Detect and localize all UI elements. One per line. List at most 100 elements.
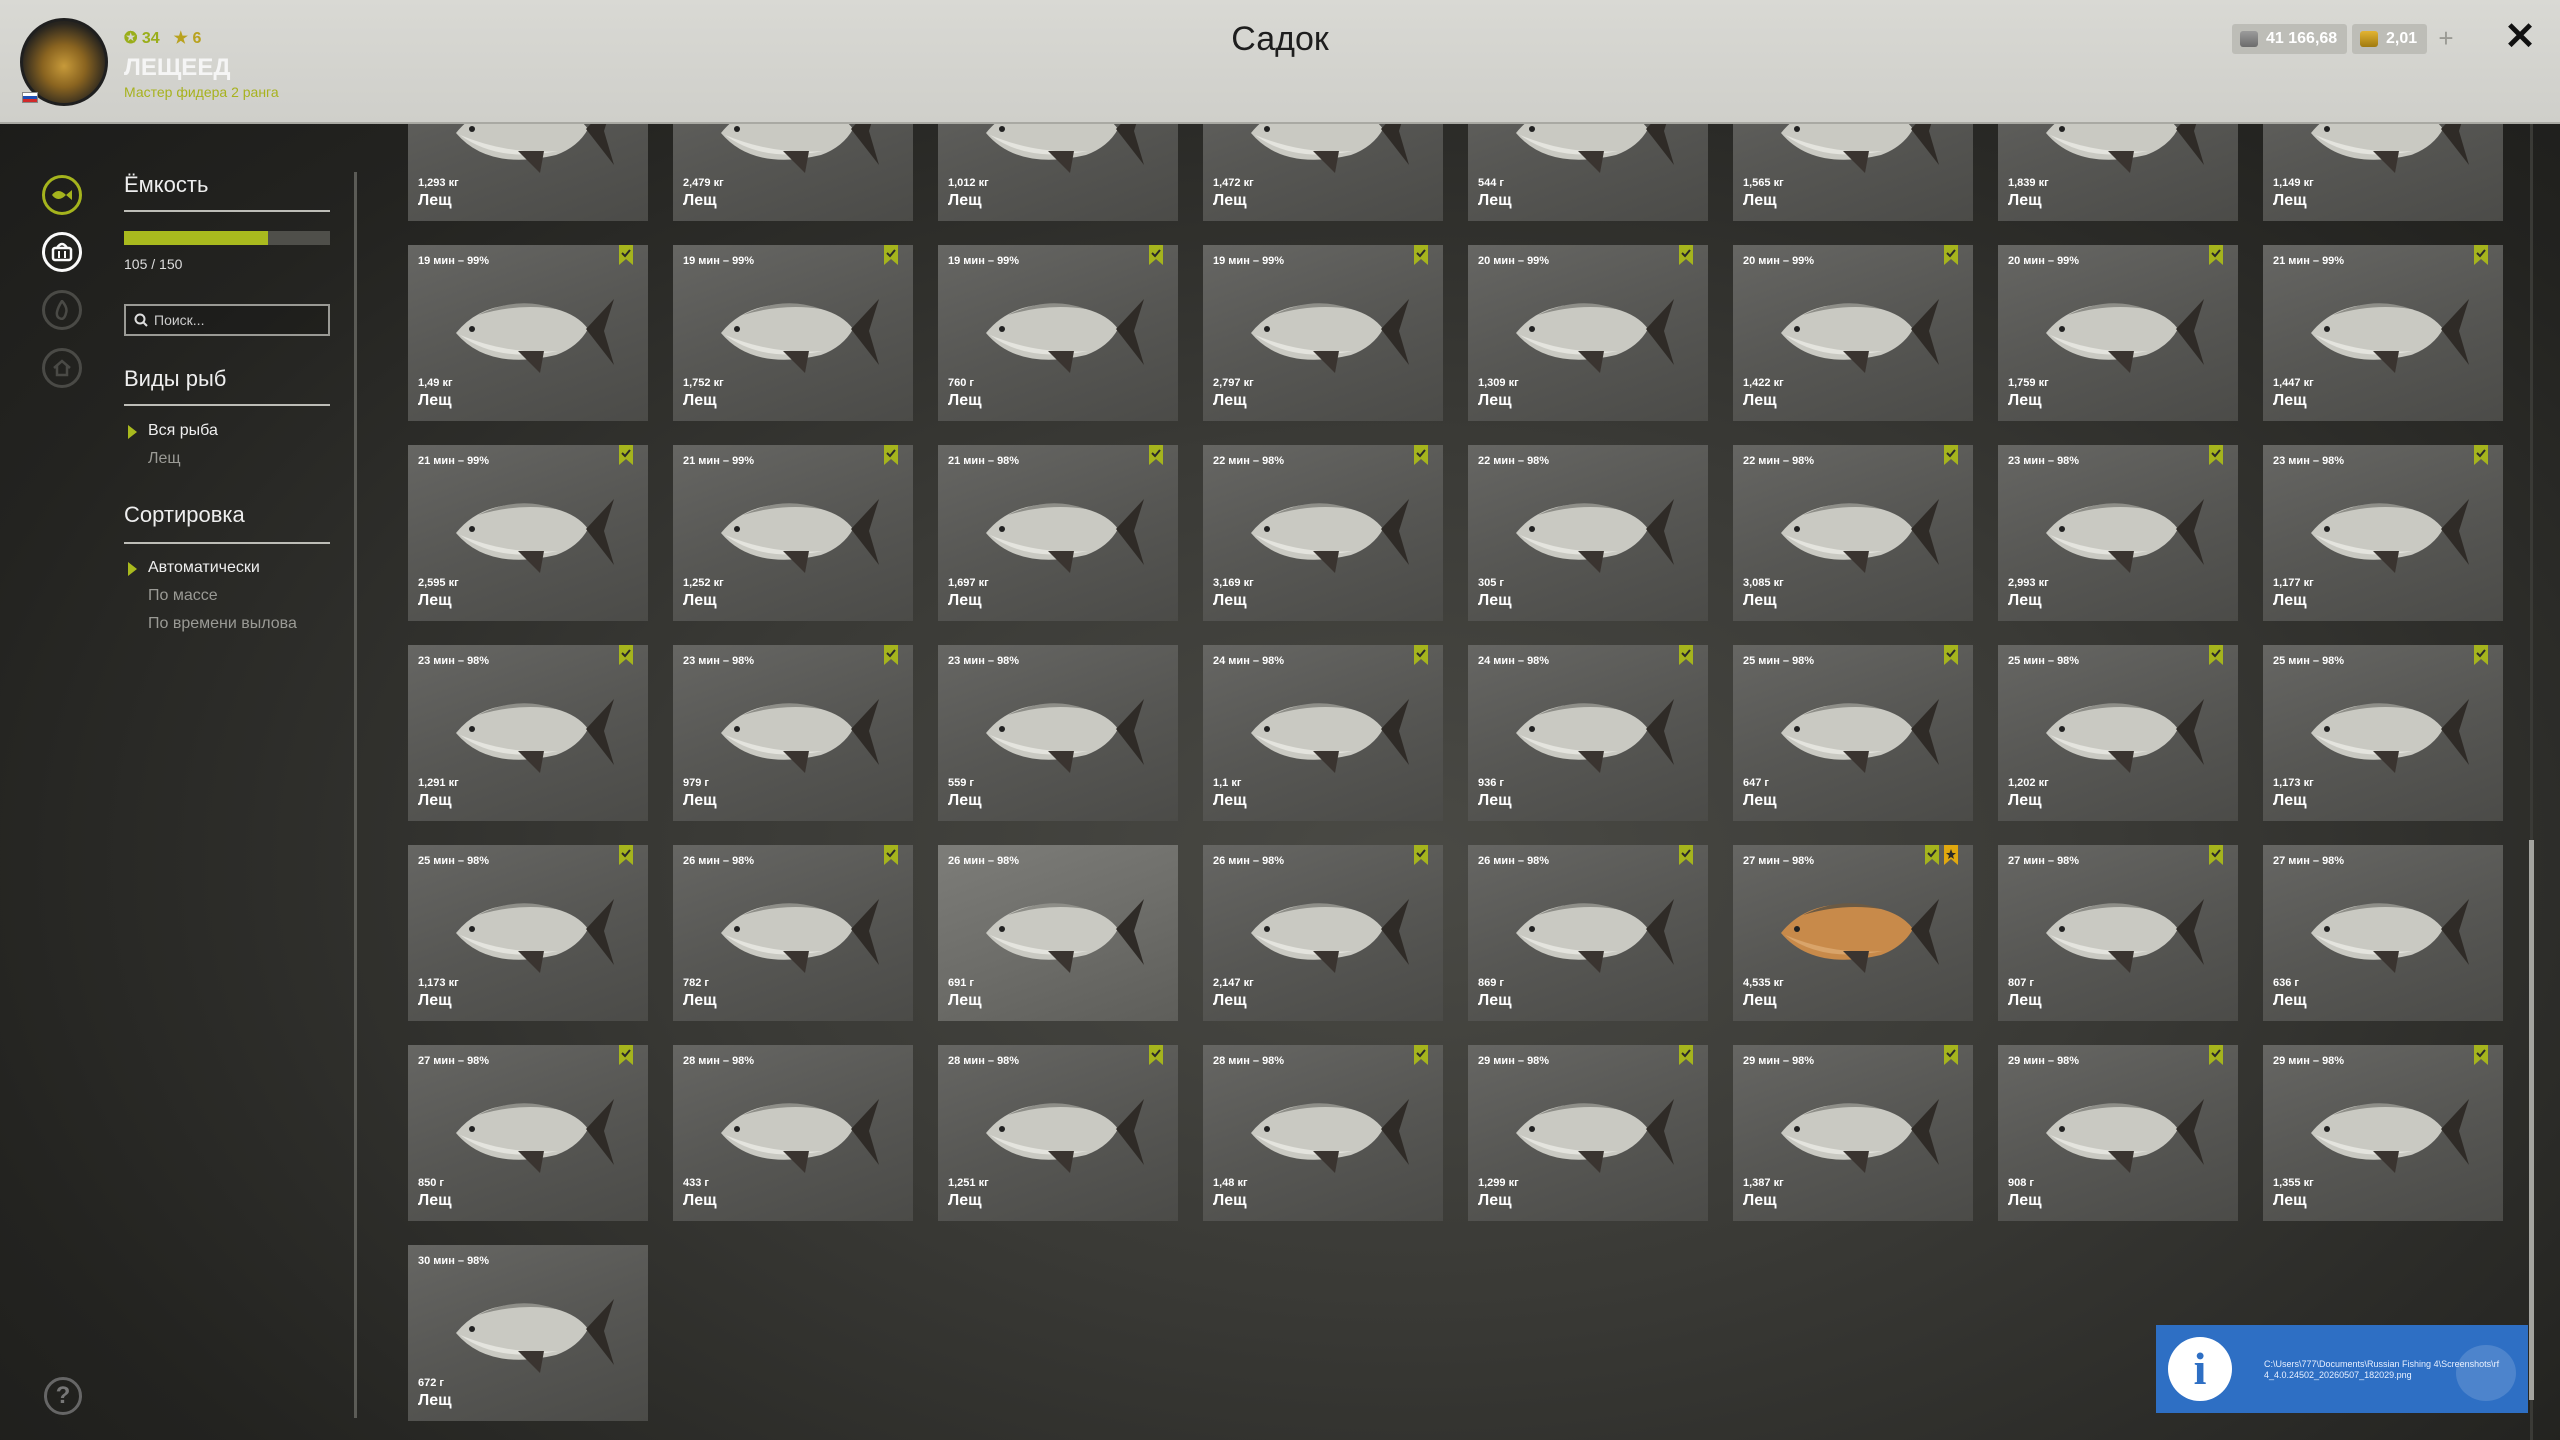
catch-time: 27 мин – 98% [418, 1055, 490, 1067]
bookmark-icon [1149, 445, 1163, 465]
fish-image [1251, 499, 1409, 573]
fish-card[interactable]: 27 мин – 98% 636 г Лещ [2263, 845, 2503, 1021]
fish-weight: 782 г [683, 977, 709, 989]
notification-action-icon[interactable] [2456, 1345, 2516, 1401]
fish-name: Лещ [1743, 792, 1777, 809]
fish-card[interactable]: 1,839 кг Лещ [1998, 124, 2238, 221]
sort-option-mass[interactable]: По массе [148, 587, 218, 605]
close-icon[interactable]: ✕ [2502, 18, 2538, 56]
fish-card[interactable]: 29 мин – 98% 1,355 кг Лещ [2263, 1045, 2503, 1221]
fish-card[interactable]: 30 мин – 98% 672 г Лещ [408, 1245, 648, 1421]
fish-card[interactable]: 28 мин – 98% 1,251 кг Лещ [938, 1045, 1178, 1221]
fish-card[interactable]: 20 мин – 99% 1,422 кг Лещ [1733, 245, 1973, 421]
fish-card[interactable]: 29 мин – 98% 908 г Лещ [1998, 1045, 2238, 1221]
fish-card[interactable]: 22 мин – 98% 3,085 кг Лещ [1733, 445, 1973, 621]
fish-card[interactable]: 25 мин – 98% 1,173 кг Лещ [2263, 645, 2503, 821]
catch-time: 25 мин – 98% [2273, 655, 2345, 667]
fish-name: Лещ [1213, 392, 1247, 409]
fish-card[interactable]: 26 мин – 98% 782 г Лещ [673, 845, 913, 1021]
card-badges [883, 645, 899, 665]
fish-card[interactable]: 25 мин – 98% 1,173 кг Лещ [408, 845, 648, 1021]
fish-card[interactable]: 22 мин – 98% 3,169 кг Лещ [1203, 445, 1443, 621]
fish-card[interactable]: 24 мин – 98% 1,1 кг Лещ [1203, 645, 1443, 821]
sort-option-time[interactable]: По времени вылова [148, 615, 297, 633]
fish-name: Лещ [683, 792, 717, 809]
fish-card[interactable]: 1,565 кг Лещ [1733, 124, 1973, 221]
fish-card[interactable]: 1,472 кг Лещ [1203, 124, 1443, 221]
scrollbar-thumb[interactable] [2529, 840, 2534, 1400]
search-box[interactable] [124, 304, 330, 336]
species-option-bream[interactable]: Лещ [148, 450, 181, 468]
help-icon[interactable]: ? [44, 1377, 82, 1415]
fish-name: Лещ [2008, 192, 2042, 209]
fish-card[interactable]: 19 мин – 99% 1,49 кг Лещ [408, 245, 648, 421]
fish-card[interactable]: 29 мин – 98% 1,299 кг Лещ [1468, 1045, 1708, 1221]
fish-image [986, 124, 1144, 173]
fish-card[interactable]: 25 мин – 98% 1,202 кг Лещ [1998, 645, 2238, 821]
bookmark-icon [1944, 245, 1958, 265]
fish-weight: 908 г [2008, 1177, 2034, 1189]
fish-image [721, 699, 879, 773]
fish-card[interactable]: 21 мин – 98% 1,697 кг Лещ [938, 445, 1178, 621]
fish-card[interactable]: 21 мин – 99% 1,447 кг Лещ [2263, 245, 2503, 421]
fish-card[interactable]: 25 мин – 98% 647 г Лещ [1733, 645, 1973, 821]
fish-card[interactable]: 23 мин – 98% 2,993 кг Лещ [1998, 445, 2238, 621]
search-input[interactable] [154, 312, 324, 328]
fish-card[interactable]: 28 мин – 98% 1,48 кг Лещ [1203, 1045, 1443, 1221]
level-indicator: ✪ 34 [124, 30, 160, 47]
basket-icon[interactable] [42, 232, 82, 272]
catch-time: 26 мин – 98% [948, 855, 1020, 867]
fish-image [1251, 899, 1409, 973]
fish-card[interactable]: 19 мин – 99% 760 г Лещ [938, 245, 1178, 421]
fish-image [2311, 699, 2469, 773]
fish-card[interactable]: 28 мин – 98% 433 г Лещ [673, 1045, 913, 1221]
fish-name: Лещ [948, 192, 982, 209]
fish-name: Лещ [1743, 1192, 1777, 1209]
screenshot-notification[interactable]: i C:\Users\777\Documents\Russian Fishing… [2156, 1325, 2528, 1413]
fish-weight: 869 г [1478, 977, 1504, 989]
fish-card[interactable]: 544 г Лещ [1468, 124, 1708, 221]
house-icon [42, 348, 82, 388]
catch-time: 25 мин – 98% [418, 855, 490, 867]
fish-card[interactable]: 1,293 кг Лещ [408, 124, 648, 221]
fish-card[interactable]: 21 мин – 99% 1,252 кг Лещ [673, 445, 913, 621]
fish-card[interactable]: 1,012 кг Лещ [938, 124, 1178, 221]
fish-card[interactable]: 29 мин – 98% 1,387 кг Лещ [1733, 1045, 1973, 1221]
card-badges [618, 1045, 634, 1065]
fish-icon[interactable] [42, 175, 82, 215]
fish-card[interactable]: 2,479 кг Лещ [673, 124, 913, 221]
add-gold-button[interactable]: + [2432, 24, 2460, 54]
catch-time: 19 мин – 99% [683, 255, 755, 267]
fish-weight: 1,291 кг [418, 777, 459, 789]
sort-option-auto[interactable]: Автоматически [148, 559, 260, 577]
fish-card[interactable]: 27 мин – 98% 850 г Лещ [408, 1045, 648, 1221]
fish-card[interactable]: 27 мин – 98% 4,535 кг Лещ [1733, 845, 1973, 1021]
fish-card[interactable]: 26 мин – 98% 2,147 кг Лещ [1203, 845, 1443, 1021]
fish-card[interactable]: 23 мин – 98% 559 г Лещ [938, 645, 1178, 821]
card-badges [2208, 245, 2224, 265]
fish-card[interactable]: 19 мин – 99% 2,797 кг Лещ [1203, 245, 1443, 421]
bookmark-icon [1414, 245, 1428, 265]
fish-card[interactable]: 20 мин – 99% 1,759 кг Лещ [1998, 245, 2238, 421]
fish-name: Лещ [2008, 792, 2042, 809]
fish-card[interactable]: 20 мин – 99% 1,309 кг Лещ [1468, 245, 1708, 421]
fish-card[interactable]: 19 мин – 99% 1,752 кг Лещ [673, 245, 913, 421]
species-option-all[interactable]: Вся рыба [148, 422, 218, 440]
fish-card[interactable]: 23 мин – 98% 1,291 кг Лещ [408, 645, 648, 821]
card-badges [1678, 1045, 1694, 1065]
fish-card[interactable]: 22 мин – 98% 305 г Лещ [1468, 445, 1708, 621]
catch-time: 26 мин – 98% [1478, 855, 1550, 867]
fish-card[interactable]: 23 мин – 98% 1,177 кг Лещ [2263, 445, 2503, 621]
fish-card[interactable]: 27 мин – 98% 807 г Лещ [1998, 845, 2238, 1021]
fish-weight: 1,012 кг [948, 177, 989, 189]
fish-image [2311, 499, 2469, 573]
fish-card[interactable]: 21 мин – 99% 2,595 кг Лещ [408, 445, 648, 621]
fish-name: Лещ [948, 992, 982, 1009]
fish-card[interactable]: 23 мин – 98% 979 г Лещ [673, 645, 913, 821]
fish-name: Лещ [1213, 1192, 1247, 1209]
fish-card[interactable]: 26 мин – 98% 691 г Лещ [938, 845, 1178, 1021]
fish-image [986, 299, 1144, 373]
fish-card[interactable]: 1,149 кг Лещ [2263, 124, 2503, 221]
fish-card[interactable]: 26 мин – 98% 869 г Лещ [1468, 845, 1708, 1021]
fish-card[interactable]: 24 мин – 98% 936 г Лещ [1468, 645, 1708, 821]
